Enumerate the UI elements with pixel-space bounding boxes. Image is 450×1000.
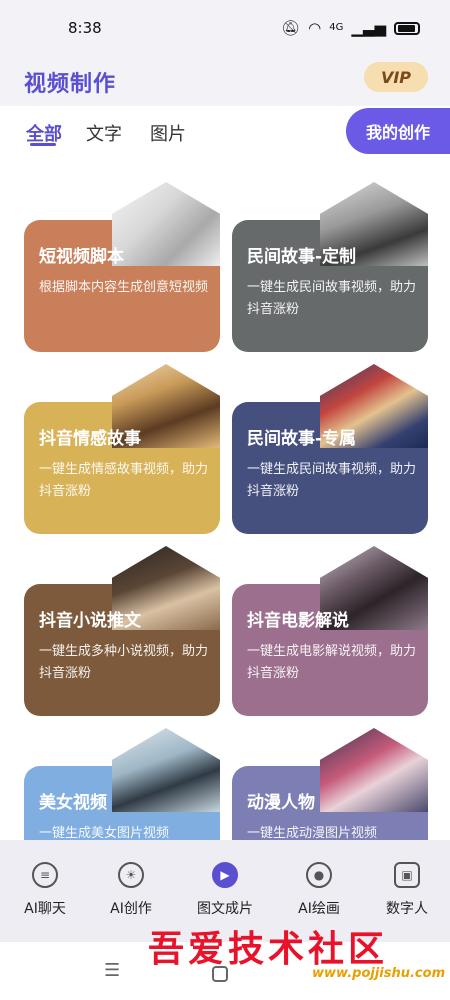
card-description: 一键生成多种小说视频，助力抖音涨粉: [39, 644, 209, 681]
app-header: 视频制作 VIP: [0, 58, 450, 106]
card-title: 动漫人物: [247, 793, 315, 813]
template-card[interactable]: 抖音情感故事 一键生成情感故事视频，助力抖音涨粉: [24, 364, 220, 534]
tab-image[interactable]: 图片: [150, 120, 186, 146]
template-card[interactable]: 美女视频 一键生成美女图片视频: [24, 728, 220, 840]
nav-item-ai-draw[interactable]: ● AI绘画: [274, 862, 364, 918]
status-icons: 🔕︎ ◠ 4G ▁▃▅: [281, 18, 420, 38]
template-card[interactable]: 短视频脚本 根据脚本内容生成创意短视频: [24, 182, 220, 352]
card-title: 民间故事-定制: [247, 247, 357, 267]
card-title: 民间故事-专属: [247, 429, 357, 449]
chat-icon: ≡: [32, 862, 58, 888]
nav-item-ai-create[interactable]: ☀ AI创作: [86, 862, 176, 918]
page-title: 视频制作: [24, 72, 117, 97]
card-description: 一键生成电影解说视频，助力抖音涨粉: [247, 644, 417, 681]
card-title: 抖音小说推文: [39, 611, 141, 631]
active-tab-indicator: [30, 143, 56, 146]
watermark-text: 吾爱技术社区: [148, 928, 389, 970]
card-description: 一键生成美女图片视频: [39, 826, 170, 840]
card-title: 美女视频: [39, 793, 107, 813]
template-grid: 短视频脚本 根据脚本内容生成创意短视频 民间故事-定制 一键生成民间故事视频，助…: [0, 158, 450, 840]
card-description: 一键生成民间故事视频，助力抖音涨粉: [247, 280, 417, 317]
bulb-icon: ☀: [118, 862, 144, 888]
menu-icon[interactable]: ☰: [104, 960, 120, 981]
template-card[interactable]: 民间故事-定制 一键生成民间故事视频，助力抖音涨粉: [232, 182, 428, 352]
status-time: 8:38: [68, 19, 102, 37]
card-description: 一键生成情感故事视频，助力抖音涨粉: [39, 462, 209, 499]
vip-button[interactable]: VIP: [364, 62, 428, 92]
template-card[interactable]: 抖音小说推文 一键生成多种小说视频，助力抖音涨粉: [24, 546, 220, 716]
nav-item-digital-human[interactable]: ▣ 数字人: [362, 862, 450, 918]
nav-label: AI创作: [110, 901, 152, 917]
watermark-url: www.pojjishu.com: [312, 966, 446, 981]
nav-label: AI聊天: [24, 901, 66, 917]
template-card[interactable]: 动漫人物 一键生成动漫图片视频: [232, 728, 428, 840]
nav-item-image-video[interactable]: ▶ 图文成片: [180, 862, 270, 918]
card-title: 短视频脚本: [39, 247, 124, 267]
card-description: 根据脚本内容生成创意短视频: [39, 280, 209, 295]
cellular-signal-icon: 4G: [329, 22, 344, 33]
battery-icon: [394, 21, 420, 35]
nav-label: 图文成片: [197, 901, 253, 917]
tab-text[interactable]: 文字: [86, 120, 122, 146]
card-title: 抖音电影解说: [247, 611, 349, 631]
mute-icon: 🔕︎: [281, 19, 301, 37]
my-creation-button[interactable]: 我的创作: [346, 108, 450, 154]
signal-bars-icon: ▁▃▅: [351, 19, 386, 37]
template-card[interactable]: 民间故事-专属 一键生成民间故事视频，助力抖音涨粉: [232, 364, 428, 534]
nav-label: AI绘画: [298, 901, 340, 917]
template-card[interactable]: 抖音电影解说 一键生成电影解说视频，助力抖音涨粉: [232, 546, 428, 716]
status-bar: 8:38 🔕︎ ◠ 4G ▁▃▅: [0, 0, 450, 58]
card-title: 抖音情感故事: [39, 429, 141, 449]
palette-icon: ●: [306, 862, 332, 888]
robot-icon: ▣: [394, 862, 420, 888]
video-icon: ▶: [212, 862, 238, 888]
nav-item-ai-chat[interactable]: ≡ AI聊天: [0, 862, 90, 918]
card-description: 一键生成动漫图片视频: [247, 826, 378, 840]
nav-label: 数字人: [386, 901, 428, 917]
wifi-icon: ◠: [308, 19, 322, 37]
card-description: 一键生成民间故事视频，助力抖音涨粉: [247, 462, 417, 499]
